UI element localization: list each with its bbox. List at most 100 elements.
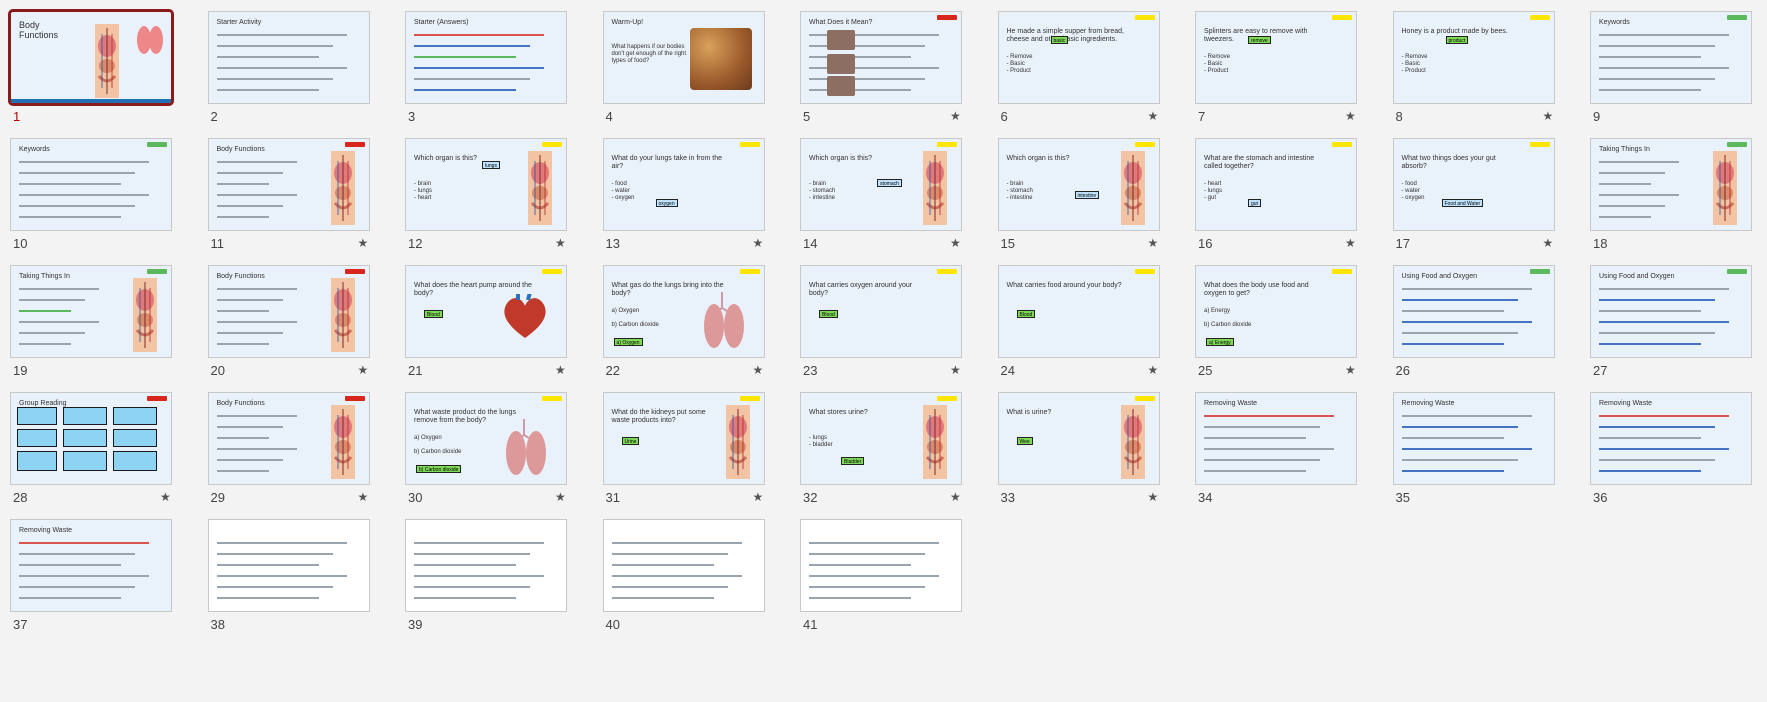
slide-preview[interactable]: Group Reading xyxy=(10,392,172,485)
slide-thumbnail-33[interactable]: What is urine? Wee 33 ★ xyxy=(988,382,1166,508)
slide-preview[interactable] xyxy=(405,519,567,612)
slide-preview[interactable]: Taking Things In xyxy=(1590,138,1752,231)
slide-preview[interactable]: What two things does your gut absorb? - f… xyxy=(1392,138,1555,231)
slide-preview[interactable]: What carries food around your body? Blood xyxy=(997,265,1160,358)
text-line xyxy=(1599,172,1665,174)
slide-thumbnail-29[interactable]: Body Functions 29 ★ xyxy=(198,382,376,508)
slide-thumbnail-41[interactable]: 41 xyxy=(790,509,968,635)
slide-preview[interactable]: What does the body use food and oxygen t… xyxy=(1195,265,1357,358)
slide-thumbnail-8[interactable]: Honey is a product made by bees. - Remove… xyxy=(1383,1,1561,127)
slide-preview[interactable]: Which organ is this? - brain - stomach - … xyxy=(800,138,962,231)
text-line xyxy=(809,553,925,555)
slide-preview[interactable]: Body Functions xyxy=(8,9,174,106)
slide-thumbnail-25[interactable]: What does the body use food and oxygen t… xyxy=(1185,255,1363,381)
slide-preview[interactable]: Removing Waste xyxy=(10,519,172,612)
slide-preview[interactable]: Using Food and Oxygen xyxy=(1590,265,1752,358)
slide-thumbnail-6[interactable]: He made a simple supper from bread, chee… xyxy=(988,1,1166,127)
slide-thumbnail-17[interactable]: What two things does your gut absorb? - f… xyxy=(1383,128,1561,254)
slide-preview[interactable]: What do your lungs take in from the air?… xyxy=(602,138,765,231)
slide-thumbnail-12[interactable]: Which organ is this? - brain - lungs - he… xyxy=(395,128,573,254)
slide-number: 5 xyxy=(803,109,811,124)
text-line xyxy=(1401,332,1518,334)
slide-preview[interactable]: Keywords xyxy=(1590,11,1752,104)
slide-thumbnail-20[interactable]: Body Functions 20 ★ xyxy=(198,255,376,381)
slide-title: Keywords xyxy=(1599,19,1630,26)
slide-preview[interactable]: What carries oxygen around your body? Blo… xyxy=(800,265,962,358)
slide-thumbnail-39[interactable]: 39 xyxy=(395,509,573,635)
slide-thumbnail-40[interactable]: 40 xyxy=(593,509,771,635)
slide-preview[interactable]: Body Functions xyxy=(207,138,370,231)
slide-thumbnail-21[interactable]: What does the heart pump around the body… xyxy=(395,255,573,381)
slide-number: 29 xyxy=(210,490,225,505)
slide-preview[interactable]: Starter Activity xyxy=(207,11,370,104)
slide-preview[interactable]: Which organ is this? - brain - stomach - … xyxy=(997,138,1160,231)
slide-preview[interactable]: Taking Things In xyxy=(10,265,172,358)
slide-preview[interactable]: Warm-Up! What happens if our bodies don't… xyxy=(602,11,765,104)
slide-tag xyxy=(937,142,957,147)
slide-thumbnail-10[interactable]: Keywords 10 xyxy=(0,128,178,254)
slide-thumbnail-24[interactable]: What carries food around your body? Blood… xyxy=(988,255,1166,381)
slide-thumbnail-22[interactable]: What gas do the lungs bring into the bod… xyxy=(593,255,771,381)
word-image xyxy=(827,54,855,74)
human-body-diagram xyxy=(89,24,125,98)
slide-preview[interactable]: What stores urine? - lungs - bladder Bladd… xyxy=(800,392,962,485)
slide-preview[interactable] xyxy=(207,519,370,612)
slide-thumbnail-7[interactable]: Splinters are easy to remove with tweeze… xyxy=(1185,1,1363,127)
slide-preview[interactable]: Splinters are easy to remove with tweeze… xyxy=(1195,11,1357,104)
slide-thumbnail-2[interactable]: Starter Activity 2 xyxy=(198,1,376,127)
slide-thumbnail-14[interactable]: Which organ is this? - brain - stomach - … xyxy=(790,128,968,254)
slide-thumbnail-11[interactable]: Body Functions 11 ★ xyxy=(198,128,376,254)
slide-thumbnail-18[interactable]: Taking Things In 18 xyxy=(1580,128,1758,254)
animation-star-icon: ★ xyxy=(357,490,369,504)
slide-thumbnail-19[interactable]: Taking Things In 19 xyxy=(0,255,178,381)
slide-preview[interactable]: What are the stomach and intestine calle… xyxy=(1195,138,1357,231)
slide-thumbnail-9[interactable]: Keywords 9 xyxy=(1580,1,1758,127)
slide-preview[interactable]: Honey is a product made by bees. - Remove… xyxy=(1392,11,1555,104)
slide-preview[interactable]: What do the kidneys put some waste produ… xyxy=(602,392,765,485)
text-line xyxy=(414,597,516,599)
slide-thumbnail-3[interactable]: Starter (Answers) 3 xyxy=(395,1,573,127)
slide-thumbnail-23[interactable]: What carries oxygen around your body? Blo… xyxy=(790,255,968,381)
slide-preview[interactable]: What does the heart pump around the body… xyxy=(405,265,567,358)
slide-preview[interactable]: He made a simple supper from bread, chee… xyxy=(997,11,1160,104)
slide-thumbnail-32[interactable]: What stores urine? - lungs - bladder Bladd… xyxy=(790,382,968,508)
slide-preview[interactable] xyxy=(800,519,962,612)
slide-preview[interactable]: What Does it Mean? xyxy=(800,11,962,104)
slide-preview[interactable]: Starter (Answers) xyxy=(405,11,567,104)
slide-preview[interactable]: Body Functions xyxy=(207,392,370,485)
slide-tag xyxy=(147,269,167,274)
slide-thumbnail-37[interactable]: Removing Waste 37 xyxy=(0,509,178,635)
slide-thumbnail-5[interactable]: What Does it Mean? 5 ★ xyxy=(790,1,968,127)
text-line xyxy=(414,45,530,47)
slide-thumbnail-28[interactable]: Group Reading 28 ★ xyxy=(0,382,178,508)
slide-preview[interactable]: Keywords xyxy=(10,138,172,231)
slide-preview[interactable]: Removing Waste xyxy=(1195,392,1357,485)
slide-thumbnail-15[interactable]: Which organ is this? - brain - stomach - … xyxy=(988,128,1166,254)
slide-thumbnail-16[interactable]: What are the stomach and intestine calle… xyxy=(1185,128,1363,254)
slide-thumbnail-1[interactable]: Body Functions 1 xyxy=(0,1,178,127)
slide-preview[interactable]: Which organ is this? - brain - lungs - he… xyxy=(405,138,567,231)
text-line xyxy=(19,216,121,218)
slide-preview[interactable]: What waste product do the lungs remove f… xyxy=(405,392,567,485)
slide-thumbnail-26[interactable]: Using Food and Oxygen 26 xyxy=(1383,255,1561,381)
text-line xyxy=(809,89,911,91)
slide-thumbnail-34[interactable]: Removing Waste 34 xyxy=(1185,382,1363,508)
slide-preview[interactable]: Removing Waste xyxy=(1392,392,1555,485)
slide-thumbnail-27[interactable]: Using Food and Oxygen 27 xyxy=(1580,255,1758,381)
slide-thumbnail-4[interactable]: Warm-Up! What happens if our bodies don't… xyxy=(593,1,771,127)
slide-thumbnail-36[interactable]: Removing Waste 36 xyxy=(1580,382,1758,508)
slide-preview[interactable]: Removing Waste xyxy=(1590,392,1752,485)
slide-preview[interactable]: Using Food and Oxygen xyxy=(1392,265,1555,358)
slide-preview[interactable]: Body Functions xyxy=(207,265,370,358)
slide-thumbnail-30[interactable]: What waste product do the lungs remove f… xyxy=(395,382,573,508)
slide-preview[interactable] xyxy=(602,519,765,612)
slide-preview[interactable]: What is urine? Wee xyxy=(997,392,1160,485)
text-line xyxy=(216,172,283,174)
text-line xyxy=(19,288,99,290)
slide-number: 16 xyxy=(1198,236,1213,251)
slide-preview[interactable]: What gas do the lungs bring into the bod… xyxy=(602,265,765,358)
slide-thumbnail-31[interactable]: What do the kidneys put some waste produ… xyxy=(593,382,771,508)
slide-thumbnail-13[interactable]: What do your lungs take in from the air?… xyxy=(593,128,771,254)
slide-thumbnail-38[interactable]: 38 xyxy=(198,509,376,635)
slide-thumbnail-35[interactable]: Removing Waste 35 xyxy=(1383,382,1561,508)
